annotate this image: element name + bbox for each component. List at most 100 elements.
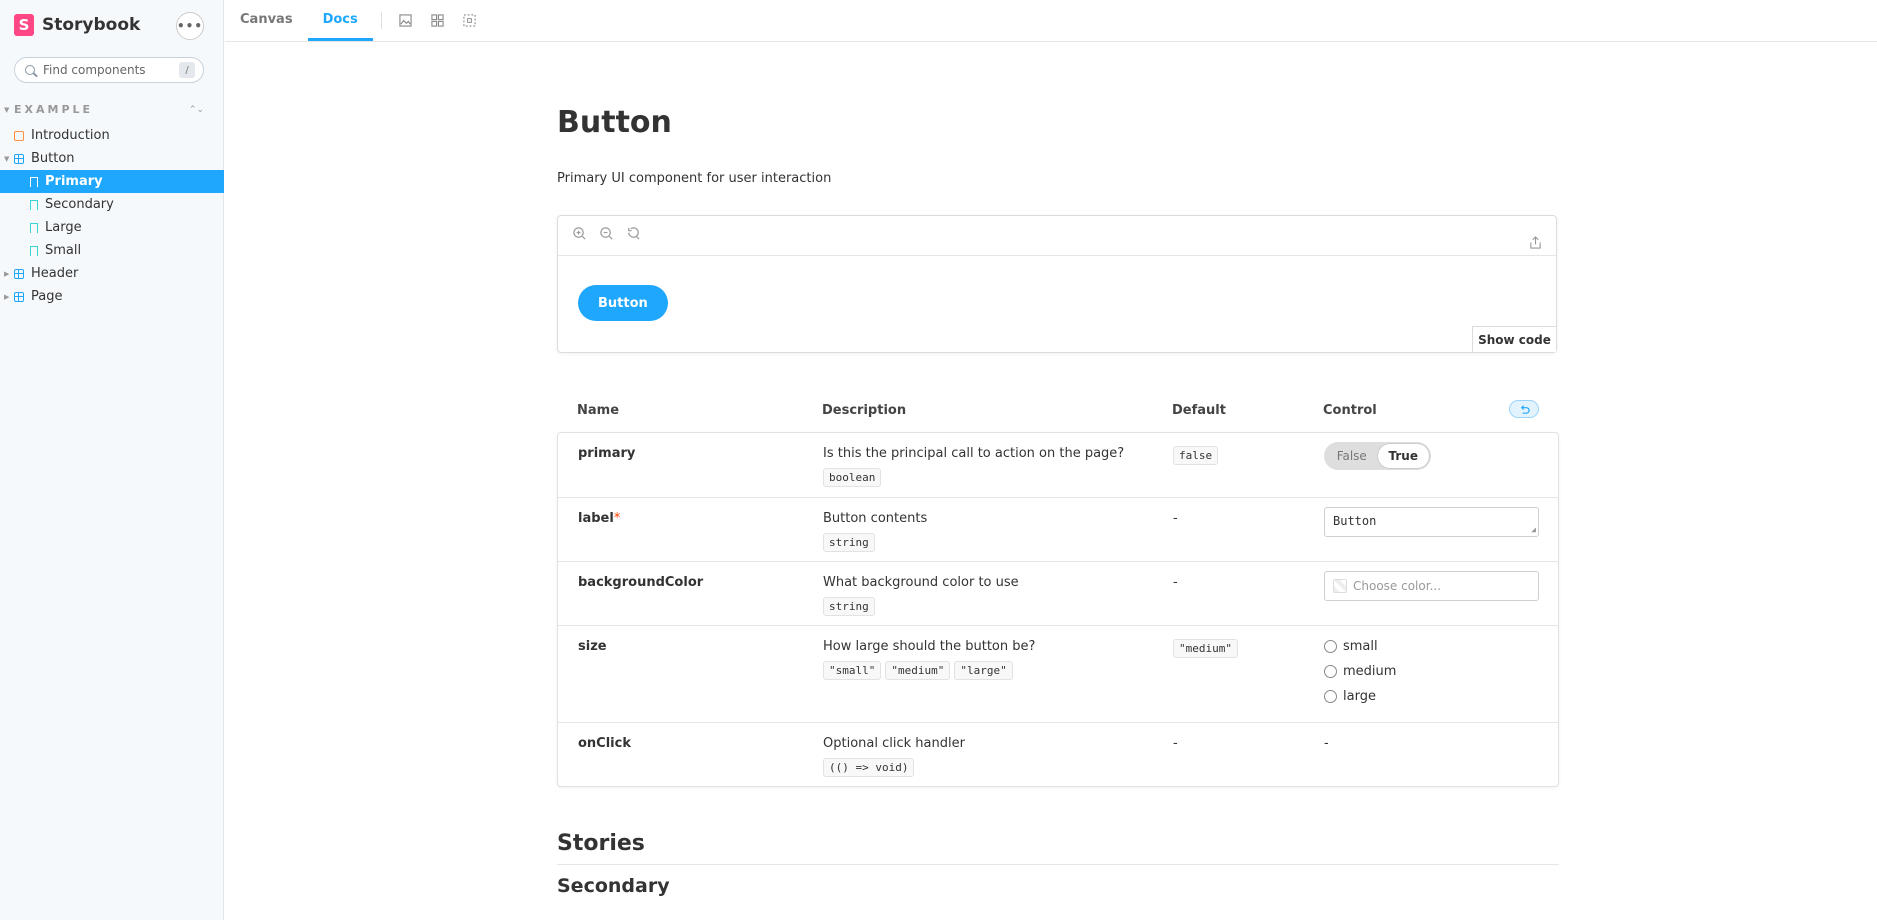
arg-default-value: false: [1173, 446, 1219, 465]
label-text-value: Button: [1333, 514, 1377, 528]
color-placeholder: Choose color...: [1353, 579, 1442, 593]
bookmark-icon: [30, 222, 38, 233]
radio-small[interactable]: small: [1324, 639, 1396, 654]
sidebar-item-large[interactable]: Large: [0, 216, 224, 239]
arg-name-text: label: [578, 511, 614, 526]
sidebar-item-label: Secondary: [45, 197, 114, 212]
caret-right-icon: ▶: [4, 269, 10, 278]
table-row: primary Is this the principal call to ac…: [558, 433, 1558, 497]
group-label: EXAMPLE: [14, 103, 94, 116]
sidebar-item-primary[interactable]: Primary: [0, 170, 224, 193]
radio-label: medium: [1343, 664, 1397, 679]
arg-type: (() => void): [823, 758, 915, 777]
toggle-false[interactable]: False: [1326, 444, 1378, 468]
tab-canvas[interactable]: Canvas: [225, 0, 308, 41]
column-header-name: Name: [577, 403, 620, 418]
zoom-in-icon[interactable]: [572, 226, 587, 245]
undo-icon: [1520, 404, 1530, 414]
outline-icon[interactable]: [454, 0, 486, 41]
table-row: size How large should the button be? "sm…: [558, 625, 1558, 722]
story-heading-secondary: Secondary: [557, 875, 670, 897]
radio-button[interactable]: [1324, 640, 1337, 653]
toolbar-divider: [380, 12, 382, 29]
reset-controls-button[interactable]: [1509, 400, 1539, 418]
args-table: primary Is this the principal call to ac…: [557, 432, 1559, 787]
story-preview: Button Show code: [557, 215, 1557, 353]
arg-name: label*: [578, 511, 620, 526]
zoom-out-icon[interactable]: [599, 226, 614, 245]
color-swatch-icon[interactable]: [1333, 579, 1347, 593]
sidebar: S Storybook ••• / ▼ EXAMPLE ⌃⌄ Introduct…: [0, 0, 224, 920]
brand[interactable]: S Storybook: [14, 14, 140, 36]
sidebar-item-label: Page: [31, 289, 63, 304]
table-row: label* Button contents string - Button ◢: [558, 497, 1558, 561]
args-table-header: Name Description Default Control: [557, 400, 1559, 425]
boolean-toggle[interactable]: False True: [1324, 442, 1431, 470]
sidebar-item-introduction[interactable]: Introduction: [0, 124, 224, 147]
arg-name: backgroundColor: [578, 575, 704, 590]
zoom-reset-icon[interactable]: [626, 226, 641, 245]
docs-content: Button Primary UI component for user int…: [225, 43, 1877, 920]
preview-toolbar: [558, 216, 1556, 256]
sidebar-tree: Introduction ▼ Button Primary Secondary …: [0, 124, 224, 308]
arg-description-text: Optional click handler: [823, 736, 965, 751]
sidebar-item-label: Small: [45, 243, 82, 258]
sidebar-item-secondary[interactable]: Secondary: [0, 193, 224, 216]
radio-button[interactable]: [1324, 665, 1337, 678]
arg-control: Choose color...: [1324, 571, 1539, 601]
top-toolbar: Canvas Docs: [225, 0, 1877, 42]
arg-default: -: [1173, 736, 1178, 751]
arg-control: -: [1324, 736, 1329, 751]
grid-icon[interactable]: [422, 0, 454, 41]
toggle-true[interactable]: True: [1377, 444, 1429, 468]
document-icon: [14, 130, 24, 141]
component-icon: [14, 291, 24, 302]
radio-label: large: [1343, 689, 1376, 704]
expand-collapse-icon[interactable]: ⌃⌄: [189, 105, 204, 115]
component-icon: [14, 153, 24, 164]
search-icon: [25, 65, 35, 75]
arg-type: string: [823, 597, 875, 616]
storybook-logo-icon: S: [14, 14, 34, 36]
radio-button[interactable]: [1324, 690, 1337, 703]
image-background-icon[interactable]: [390, 0, 422, 41]
caret-down-icon: ▼: [4, 154, 10, 163]
arg-type: "large": [954, 661, 1013, 680]
arg-description: What background color to use string: [823, 575, 1019, 616]
sidebar-item-small[interactable]: Small: [0, 239, 224, 262]
show-code-button[interactable]: Show code: [1472, 326, 1556, 352]
required-mark: *: [613, 511, 621, 526]
arg-description-text: What background color to use: [823, 575, 1019, 590]
arg-name: primary: [578, 446, 636, 461]
more-menu-button[interactable]: •••: [176, 12, 204, 40]
demo-primary-button[interactable]: Button: [578, 285, 668, 321]
radio-label: small: [1343, 639, 1378, 654]
sidebar-group-example[interactable]: ▼ EXAMPLE ⌃⌄: [4, 103, 204, 116]
bookmark-icon: [30, 199, 38, 210]
search-box[interactable]: /: [14, 57, 204, 83]
arg-default: "medium": [1173, 639, 1238, 658]
column-header-description: Description: [822, 403, 907, 418]
sidebar-item-label: Introduction: [31, 128, 110, 143]
bookmark-icon: [30, 176, 38, 187]
radio-medium[interactable]: medium: [1324, 664, 1396, 679]
arg-control: False True: [1324, 442, 1431, 470]
arg-default: -: [1173, 511, 1178, 526]
arg-default: -: [1173, 575, 1178, 590]
sidebar-item-header[interactable]: ▶ Header: [0, 262, 224, 285]
arg-description-text: Is this the principal call to action on …: [823, 446, 1125, 461]
share-icon[interactable]: [1529, 236, 1542, 253]
sidebar-item-page[interactable]: ▶ Page: [0, 285, 224, 308]
tab-docs[interactable]: Docs: [307, 0, 373, 41]
arg-control: Button ◢: [1324, 507, 1539, 537]
caret-down-icon: ▼: [4, 105, 10, 114]
arg-name: size: [578, 639, 607, 654]
arg-default-value: "medium": [1173, 639, 1238, 658]
search-input[interactable]: [43, 63, 173, 77]
radio-large[interactable]: large: [1324, 689, 1396, 704]
table-row: backgroundColor What background color to…: [558, 561, 1558, 625]
sidebar-item-button[interactable]: ▼ Button: [0, 147, 224, 170]
color-picker-field[interactable]: Choose color...: [1324, 571, 1539, 601]
resize-handle-icon[interactable]: ◢: [1531, 525, 1536, 534]
label-text-field[interactable]: Button ◢: [1324, 507, 1539, 537]
